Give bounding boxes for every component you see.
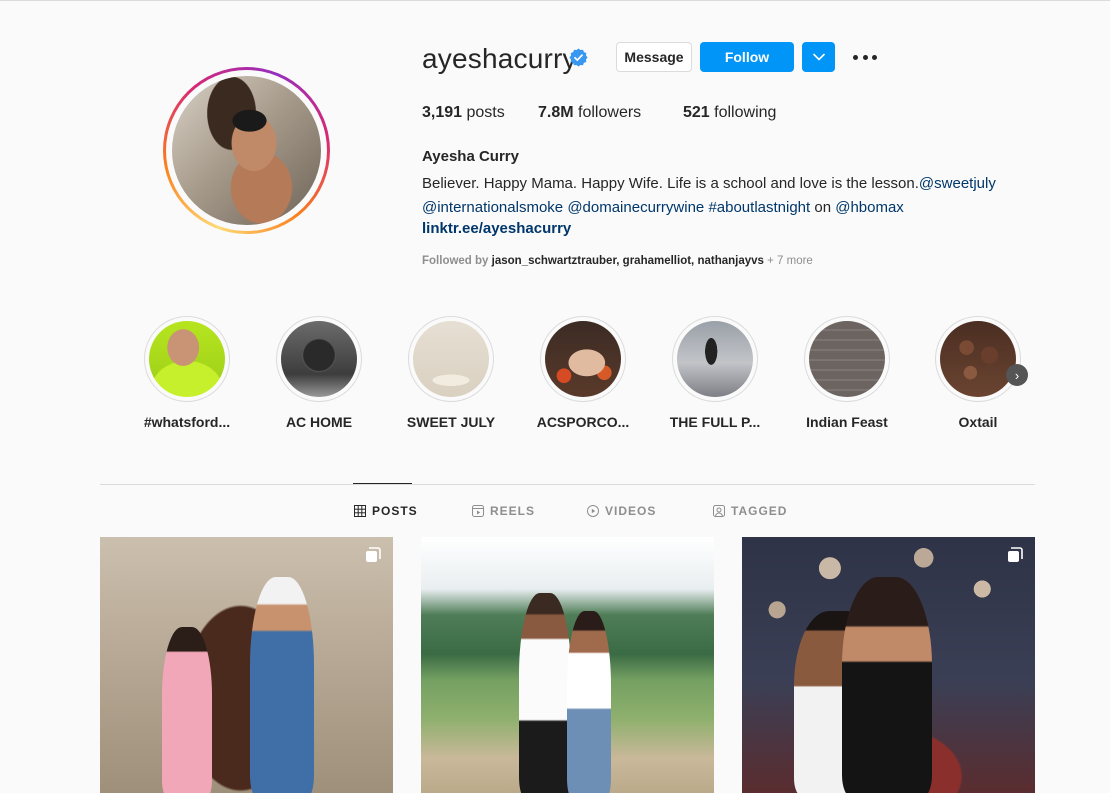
profile-avatar: [172, 76, 321, 225]
photo-subject: [250, 577, 314, 793]
highlight-cover: [809, 321, 885, 397]
posts-count: 3,191: [422, 104, 463, 121]
profile-full-name: Ayesha Curry: [422, 148, 519, 165]
bio-on-text: on: [814, 199, 832, 216]
post-thumbnail[interactable]: [421, 537, 714, 793]
photo-subject: [162, 627, 212, 793]
profile-avatar-frame: [166, 70, 327, 231]
carousel-icon: [366, 547, 381, 562]
highlight-indian-feast[interactable]: Indian Feast: [792, 316, 902, 430]
profile-avatar-ring[interactable]: [163, 67, 330, 234]
tab-posts[interactable]: POSTS: [354, 504, 418, 518]
follow-button[interactable]: Follow: [700, 42, 794, 72]
bio-hashtag-aboutlastnight[interactable]: #aboutlastnight: [708, 199, 810, 216]
photo-subject: [519, 593, 571, 793]
highlight-cover-frame: [672, 316, 758, 402]
highlight-cover-frame: [276, 316, 362, 402]
highlight-label: #whatsford...: [143, 414, 231, 430]
posts-stat: 3,191 posts: [422, 104, 505, 122]
suggested-dropdown-button[interactable]: [802, 42, 835, 72]
tabs-divider: [100, 484, 1035, 485]
tab-tagged-label: TAGGED: [731, 504, 788, 518]
highlight-label: Indian Feast: [806, 414, 888, 430]
following-count: 521: [683, 104, 710, 121]
followers-label: followers: [578, 104, 642, 121]
highlight-label: THE FULL P...: [669, 414, 761, 430]
followed-by-more: + 7 more: [767, 255, 813, 267]
tab-videos-label: VIDEOS: [605, 504, 657, 518]
tab-reels-label: REELS: [490, 504, 536, 518]
bio-text: Believer. Happy Mama. Happy Wife. Life i…: [422, 175, 919, 192]
bio-mention-hbomax[interactable]: @hbomax: [835, 199, 904, 216]
message-button[interactable]: Message: [616, 42, 692, 72]
highlight-whatsfordinner[interactable]: #whatsford...: [132, 316, 242, 430]
followed-by[interactable]: Followed by jason_schwartztrauber, graha…: [422, 255, 813, 267]
chevron-down-icon: [812, 53, 825, 61]
highlight-cover-frame: [144, 316, 230, 402]
highlight-cover-frame: [935, 316, 1021, 402]
more-options-icon[interactable]: [853, 47, 877, 67]
posts-label: posts: [466, 104, 505, 121]
reels-icon: [472, 505, 484, 517]
highlight-cover-frame: [408, 316, 494, 402]
tab-posts-label: POSTS: [372, 504, 418, 518]
profile-username: ayeshacurry: [422, 43, 577, 74]
highlight-the-full-p[interactable]: THE FULL P...: [660, 316, 770, 430]
highlight-label: Oxtail: [958, 414, 998, 430]
highlight-cover: [940, 321, 1016, 397]
highlight-acsporco[interactable]: ACSPORCO...: [528, 316, 638, 430]
followers-stat[interactable]: 7.8M followers: [538, 104, 641, 122]
highlight-sweet-july[interactable]: SWEET JULY: [396, 316, 506, 430]
profile-external-link[interactable]: linktr.ee/ayeshacurry: [422, 220, 571, 237]
verified-badge-icon: [569, 48, 588, 67]
post-thumbnail[interactable]: [100, 537, 393, 793]
highlight-label: ACSPORCO...: [536, 414, 630, 430]
highlight-ac-home[interactable]: AC HOME: [264, 316, 374, 430]
grid-icon: [354, 505, 366, 517]
highlight-label: SWEET JULY: [406, 414, 496, 430]
followed-by-names: jason_schwartztrauber, grahamelliot, nat…: [491, 255, 764, 267]
highlight-cover-frame: [804, 316, 890, 402]
profile-bio: Believer. Happy Mama. Happy Wife. Life i…: [422, 172, 1042, 220]
highlight-cover: [149, 321, 225, 397]
following-label: following: [714, 104, 777, 121]
active-tab-indicator: [353, 483, 412, 484]
highlight-label: AC HOME: [285, 414, 353, 430]
play-icon: [587, 505, 599, 517]
photo-subject: [842, 577, 932, 793]
carousel-icon: [1008, 547, 1023, 562]
highlight-cover: [413, 321, 489, 397]
chevron-right-icon[interactable]: ›: [1006, 364, 1028, 386]
bio-mention-internationalsmoke[interactable]: @internationalsmoke: [422, 199, 563, 216]
photo-subject: [567, 611, 611, 793]
highlight-cover: [545, 321, 621, 397]
post-thumbnail[interactable]: [742, 537, 1035, 793]
tab-videos[interactable]: VIDEOS: [587, 504, 656, 518]
bio-mention-sweetjuly[interactable]: @sweetjuly: [919, 175, 996, 192]
highlight-cover: [677, 321, 753, 397]
highlight-cover: [281, 321, 357, 397]
following-stat[interactable]: 521 following: [683, 104, 776, 122]
followed-by-prefix: Followed by: [422, 255, 489, 267]
bio-mention-domainecurrywine[interactable]: @domainecurrywine: [567, 199, 704, 216]
tab-reels[interactable]: REELS: [472, 504, 535, 518]
followers-count: 7.8M: [538, 104, 574, 121]
highlight-cover-frame: [540, 316, 626, 402]
tagged-icon: [713, 505, 725, 517]
tab-tagged[interactable]: TAGGED: [713, 504, 787, 518]
